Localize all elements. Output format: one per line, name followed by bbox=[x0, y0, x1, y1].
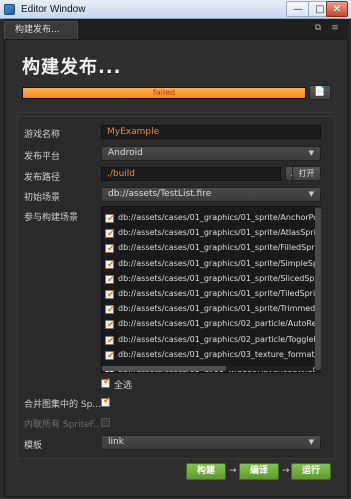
build-path-field[interactable]: ./build bbox=[101, 167, 281, 181]
select-all-label: 全选 bbox=[114, 381, 133, 391]
scene-checkbox[interactable]: ✔ bbox=[105, 229, 115, 240]
scene-list-item[interactable]: ✔ db://assets/cases/01_graphics/03_textur… bbox=[105, 348, 317, 363]
scene-path: db://assets/cases/01_graphics/01_sprite/… bbox=[118, 289, 317, 298]
scene-path: db://assets/cases/01_graphics/03_texture… bbox=[118, 349, 317, 359]
document-icon: 📄 bbox=[314, 87, 326, 97]
scene-checkbox[interactable]: ✔ bbox=[105, 259, 115, 270]
chevron-down-icon: ▼ bbox=[308, 438, 314, 446]
chevron-down-icon: ▼ bbox=[308, 190, 314, 198]
popout-icon[interactable]: ⧉ bbox=[313, 23, 323, 33]
scene-checkbox[interactable]: ✔ bbox=[105, 335, 115, 346]
merge-checkbox[interactable]: ✔ bbox=[101, 396, 111, 407]
divider bbox=[17, 112, 335, 113]
close-button[interactable]: ✕ bbox=[326, 1, 348, 17]
hscrollbar-thumb[interactable] bbox=[102, 366, 226, 371]
scene-list-item[interactable]: ✔ db://assets/cases/01_graphics/02_partic… bbox=[105, 317, 317, 332]
scene-list-item[interactable]: ✔ db://assets/cases/01_graphics/01_sprite… bbox=[105, 302, 317, 317]
scene-path: db://assets/cases/01_graphics/01_sprite/… bbox=[118, 304, 317, 314]
check-icon: ✔ bbox=[107, 259, 115, 270]
platform-value: Android bbox=[108, 148, 143, 158]
check-icon: ✔ bbox=[107, 214, 115, 224]
open-folder-button[interactable]: 打开 bbox=[292, 166, 321, 181]
scene-checkbox[interactable]: ✔ bbox=[105, 305, 115, 316]
scene-checkbox[interactable]: ✔ bbox=[105, 274, 115, 285]
start-scene-value: db://assets/TestList.fire bbox=[108, 189, 212, 199]
scene-path: db://assets/cases/01_graphics/01_sprite/… bbox=[118, 258, 317, 268]
scene-path: db://assets/cases/01_graphics/01_sprite/… bbox=[118, 243, 317, 253]
start-scene-select[interactable]: db://assets/TestList.fire ▼ bbox=[101, 187, 321, 202]
scene-list-item[interactable]: ✔ db://assets/cases/01_graphics/01_sprite… bbox=[105, 241, 317, 256]
select-all-checkbox[interactable]: ✔ bbox=[101, 377, 111, 388]
arrow-right-icon: → bbox=[282, 466, 290, 476]
scene-list-scrollbar[interactable] bbox=[315, 206, 321, 373]
path-label: 发布路径 bbox=[24, 173, 61, 183]
tab-build[interactable]: 构建发布... bbox=[4, 21, 78, 39]
scene-list-hscrollbar[interactable] bbox=[102, 366, 313, 371]
window-titlebar: Editor Window — □ ✕ bbox=[0, 0, 351, 19]
template-label: 模板 bbox=[24, 441, 43, 451]
inline-label: 内联所有 SpriteF... bbox=[24, 420, 100, 430]
scene-list-item[interactable]: ✔ db://assets/cases/01_graphics/02_partic… bbox=[105, 333, 317, 348]
check-icon: ✔ bbox=[107, 290, 115, 300]
check-icon: ✔ bbox=[107, 305, 115, 316]
check-icon: ✔ bbox=[103, 396, 111, 406]
build-progress-bar: failed bbox=[22, 87, 306, 99]
run-button[interactable]: 运行 bbox=[291, 463, 331, 480]
check-icon: ✔ bbox=[107, 244, 115, 255]
menu-icon[interactable]: ≡ bbox=[330, 23, 340, 33]
check-icon: ✔ bbox=[103, 377, 111, 387]
scenes-label: 参与构建场景 bbox=[24, 213, 79, 223]
progress-status: failed bbox=[152, 88, 176, 97]
page-title: 构建发布... bbox=[22, 57, 122, 78]
template-select[interactable]: link ▼ bbox=[101, 435, 321, 450]
scene-path: db://assets/cases/01_graphics/02_particl… bbox=[118, 334, 317, 344]
merge-label: 合并图集中的 Sp... bbox=[24, 400, 100, 410]
scene-path: db://assets/cases/01_graphics/02_particl… bbox=[118, 319, 317, 329]
scene-checkbox[interactable]: ✔ bbox=[105, 244, 115, 255]
scene-list-item[interactable]: ✔ db://assets/cases/01_graphics/01_sprite… bbox=[105, 211, 317, 226]
scene-list-item[interactable]: ✔ db://assets/cases/01_graphics/01_sprite… bbox=[105, 226, 317, 241]
tab-label: 构建发布... bbox=[15, 25, 60, 35]
scene-checkbox[interactable]: ✔ bbox=[105, 320, 115, 331]
start-scene-label: 初始场景 bbox=[24, 193, 61, 203]
scene-checkbox[interactable]: ✔ bbox=[105, 350, 115, 361]
check-icon: ✔ bbox=[107, 274, 115, 285]
scene-path: db://assets/cases/01_graphics/01_sprite/… bbox=[118, 213, 317, 222]
game-name-label: 游戏名称 bbox=[24, 130, 61, 140]
template-value: link bbox=[108, 437, 124, 447]
minimize-button[interactable]: — bbox=[286, 1, 310, 17]
scene-checkbox[interactable]: ✔ bbox=[105, 214, 115, 224]
check-icon: ✔ bbox=[107, 350, 115, 361]
game-name-field[interactable]: MyExample bbox=[101, 125, 321, 139]
scrollbar-thumb[interactable] bbox=[315, 208, 321, 370]
scene-list-item[interactable]: ✔ db://assets/cases/01_graphics/01_sprite… bbox=[105, 272, 317, 287]
scene-list-item[interactable]: ✔ db://assets/cases/01_graphics/01_sprite… bbox=[105, 257, 317, 272]
check-icon: ✔ bbox=[107, 229, 115, 240]
chevron-down-icon: ▼ bbox=[308, 149, 314, 157]
arrow-right-icon: → bbox=[229, 466, 237, 476]
tab-bar: 构建发布... ⧉ ≡ bbox=[4, 19, 349, 39]
window-title: Editor Window bbox=[21, 4, 86, 15]
open-log-button[interactable]: 📄 bbox=[309, 85, 331, 100]
compile-button[interactable]: 编译 bbox=[239, 463, 279, 480]
build-button[interactable]: 构建 bbox=[186, 463, 226, 480]
inline-checkbox bbox=[101, 418, 110, 427]
app-icon bbox=[4, 4, 15, 15]
check-icon: ✔ bbox=[107, 320, 115, 331]
scene-list[interactable]: ✔ db://assets/cases/01_graphics/01_sprite… bbox=[101, 206, 321, 373]
scene-list-item[interactable]: ✔ db://assets/cases/01_graphics/01_sprite… bbox=[105, 287, 317, 302]
check-icon: ✔ bbox=[107, 335, 115, 346]
platform-select[interactable]: Android ▼ bbox=[101, 146, 321, 161]
platform-label: 发布平台 bbox=[24, 152, 61, 162]
scene-path: db://assets/cases/01_graphics/01_sprite/… bbox=[118, 228, 317, 238]
scene-checkbox[interactable]: ✔ bbox=[105, 290, 115, 300]
scene-path: db://assets/cases/01_graphics/01_sprite/… bbox=[118, 273, 317, 283]
